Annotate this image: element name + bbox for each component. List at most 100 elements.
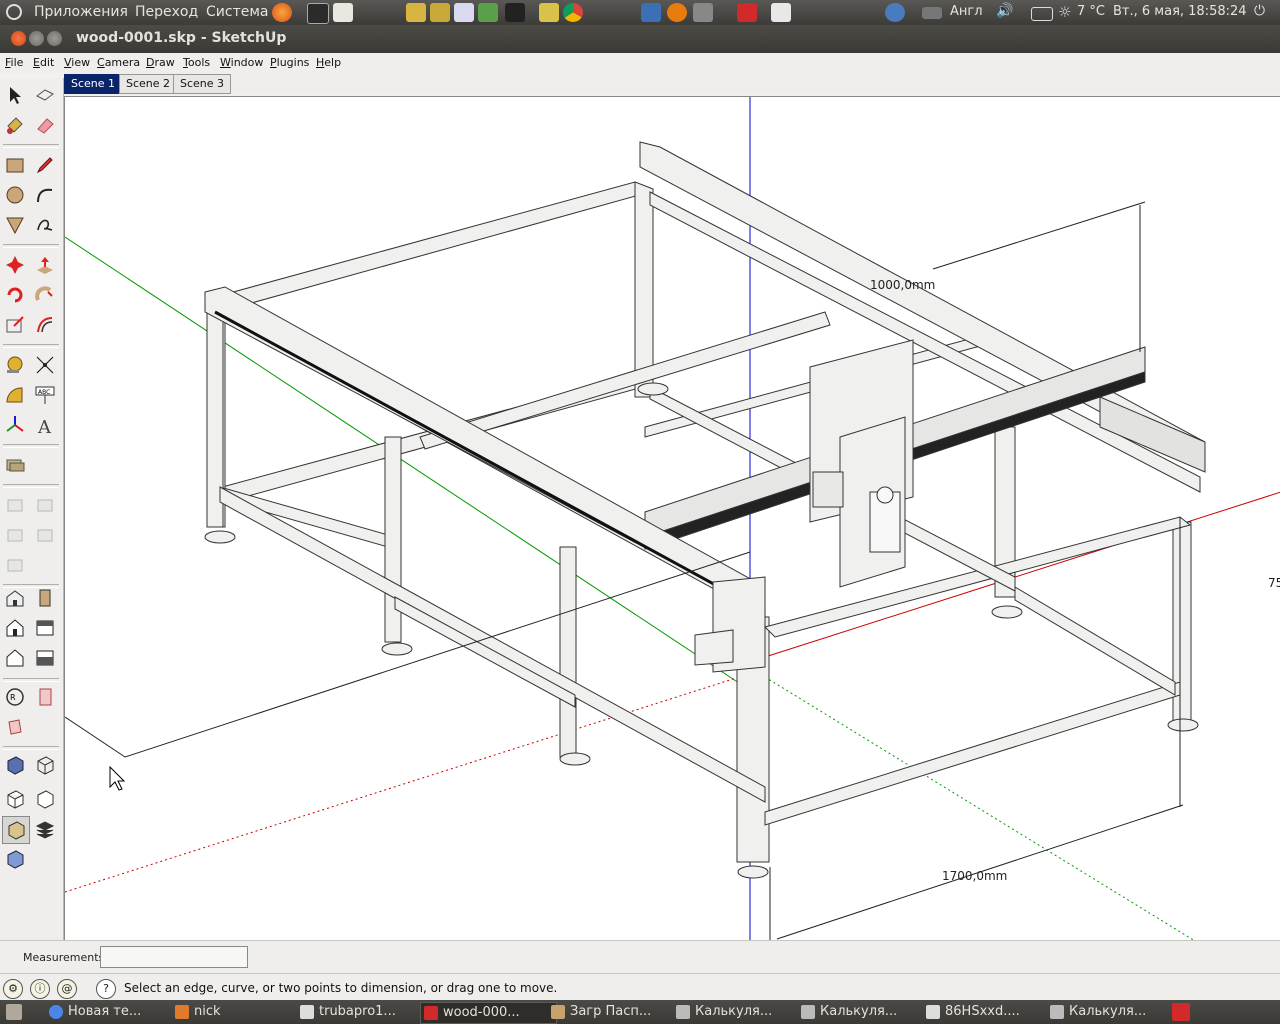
- move-tool-icon[interactable]: [2, 252, 28, 278]
- section-display-icon-2[interactable]: [32, 492, 58, 518]
- sketchup-tray-icon[interactable]: [1172, 1003, 1190, 1021]
- axes-tool-icon[interactable]: [2, 412, 28, 438]
- right-view-icon[interactable]: [32, 615, 58, 641]
- top-view-icon[interactable]: [32, 585, 58, 611]
- firefox-icon[interactable]: [272, 3, 292, 22]
- component-tool-icon[interactable]: [32, 82, 58, 108]
- taskbar-item-nick[interactable]: nick: [172, 1002, 302, 1022]
- polygon-tool-icon[interactable]: [2, 212, 28, 238]
- credits-icon[interactable]: ⓘ: [30, 979, 50, 999]
- measurements-input[interactable]: [100, 946, 248, 968]
- paint-bucket-icon[interactable]: [2, 112, 28, 138]
- rectangle-tool-icon[interactable]: [2, 152, 28, 178]
- places-menu[interactable]: Переход: [135, 4, 198, 20]
- menu-edit[interactable]: Edit: [33, 56, 54, 69]
- minimize-window-button[interactable]: [29, 31, 44, 46]
- section-display-icon-5[interactable]: [2, 552, 28, 578]
- walk-tool-icon[interactable]: [32, 684, 58, 710]
- launcher-icon-4[interactable]: [478, 3, 498, 22]
- ubuntu-logo-icon[interactable]: [6, 4, 22, 20]
- launcher-icon-3[interactable]: [454, 3, 474, 22]
- arc-tool-icon[interactable]: [32, 182, 58, 208]
- volume-icon[interactable]: 🔊: [996, 3, 1016, 22]
- dimension-tool-icon[interactable]: [32, 352, 58, 378]
- weather-temperature[interactable]: 7 °C: [1077, 4, 1105, 19]
- launcher-icon-6[interactable]: [539, 3, 559, 22]
- front-view-icon[interactable]: [2, 615, 28, 641]
- taskbar-item-calculator-3[interactable]: Калькуля...: [1047, 1002, 1181, 1022]
- eraser-icon[interactable]: [32, 112, 58, 138]
- scale-tool-icon[interactable]: [2, 312, 28, 338]
- terminal-icon[interactable]: [307, 3, 329, 24]
- select-tool-icon[interactable]: [2, 82, 28, 108]
- chrome-icon[interactable]: [563, 3, 583, 22]
- menu-view[interactable]: View: [64, 56, 90, 69]
- maximize-window-button[interactable]: [47, 31, 62, 46]
- protractor-tool-icon[interactable]: [2, 382, 28, 408]
- tab-scene-3[interactable]: Scene 3: [173, 74, 232, 94]
- keyboard-layout[interactable]: Англ: [950, 4, 983, 19]
- 3d-viewport[interactable]: 1000,0mm 1700,0mm 75: [64, 96, 1280, 941]
- launcher-icon-8[interactable]: [693, 3, 713, 22]
- georeference-icon[interactable]: ⚙: [3, 979, 23, 999]
- xray-style-icon[interactable]: [2, 752, 28, 778]
- taskbar-item-calculator-1[interactable]: Калькуля...: [673, 1002, 807, 1022]
- position-camera-icon[interactable]: [2, 714, 28, 740]
- launcher-icon-2[interactable]: [430, 3, 450, 22]
- sketchup-launcher-icon[interactable]: [737, 3, 757, 22]
- menu-plugins[interactable]: Plugins: [270, 56, 309, 69]
- taskbar-item-trubapro[interactable]: trubapro1...: [297, 1002, 429, 1022]
- launcher-icon-7[interactable]: [641, 3, 661, 22]
- 3d-text-tool-icon[interactable]: A: [32, 412, 58, 438]
- taskbar-item-86hsxxd[interactable]: 86HSxxd....: [923, 1002, 1057, 1022]
- rotate-tool-icon[interactable]: [2, 282, 28, 308]
- taskbar-item-folder[interactable]: Загр Пасп...: [548, 1002, 682, 1022]
- launcher-icon-1[interactable]: [406, 3, 426, 22]
- taskbar-item-sketchup[interactable]: wood-000...: [420, 1002, 557, 1024]
- keyboard-icon[interactable]: [922, 7, 942, 19]
- taskbar-item-calculator-2[interactable]: Калькуля...: [798, 1002, 932, 1022]
- left-view-icon[interactable]: [32, 645, 58, 671]
- text-tool-icon[interactable]: ABC: [32, 382, 58, 408]
- applications-menu[interactable]: Приложения: [34, 4, 128, 20]
- tab-scene-2[interactable]: Scene 2: [119, 74, 178, 94]
- mail-icon[interactable]: [1031, 7, 1053, 21]
- power-icon[interactable]: ⏻: [1254, 3, 1274, 22]
- system-menu[interactable]: Система: [206, 4, 268, 20]
- orbit-tool-icon[interactable]: R: [2, 684, 28, 710]
- freehand-tool-icon[interactable]: [32, 212, 58, 238]
- wireframe-style-icon[interactable]: [32, 752, 58, 778]
- text-editor-icon[interactable]: [333, 3, 353, 22]
- tape-measure-tool-icon[interactable]: [2, 352, 28, 378]
- layers-style-icon[interactable]: [32, 816, 58, 842]
- menu-file[interactable]: File: [5, 56, 23, 69]
- iso-view-icon[interactable]: [2, 585, 28, 611]
- offset-tool-icon[interactable]: [32, 312, 58, 338]
- clock[interactable]: Вт., 6 мая, 18:58:24: [1113, 4, 1247, 19]
- network-icon[interactable]: [885, 3, 905, 22]
- section-plane-icon[interactable]: [2, 452, 28, 478]
- section-display-icon-3[interactable]: [2, 522, 28, 548]
- instructor-help-icon[interactable]: ?: [96, 979, 116, 999]
- user-icon[interactable]: @: [57, 979, 77, 999]
- back-view-icon[interactable]: [2, 645, 28, 671]
- taskbar-item-chrome[interactable]: Новая те...: [46, 1002, 176, 1022]
- menu-window[interactable]: Window: [220, 56, 263, 69]
- launcher-icon-9[interactable]: [771, 3, 791, 22]
- follow-me-tool-icon[interactable]: [32, 282, 58, 308]
- monochrome-style-icon[interactable]: [2, 846, 28, 872]
- menu-tools[interactable]: Tools: [183, 56, 210, 69]
- shaded-textures-style-icon[interactable]: [2, 816, 30, 844]
- window-titlebar[interactable]: wood-0001.skp - SketchUp: [0, 25, 1280, 53]
- launcher-icon-5[interactable]: [505, 3, 525, 22]
- section-display-icon-4[interactable]: [32, 522, 58, 548]
- hidden-line-style-icon[interactable]: [2, 786, 28, 812]
- tab-scene-1[interactable]: Scene 1: [64, 74, 123, 94]
- menu-draw[interactable]: Draw: [146, 56, 175, 69]
- blender-icon[interactable]: [667, 3, 687, 22]
- circle-tool-icon[interactable]: [2, 182, 28, 208]
- close-window-button[interactable]: [11, 31, 26, 46]
- menu-help[interactable]: Help: [316, 56, 341, 69]
- show-desktop-icon[interactable]: [6, 1004, 22, 1020]
- pencil-tool-icon[interactable]: [32, 152, 58, 178]
